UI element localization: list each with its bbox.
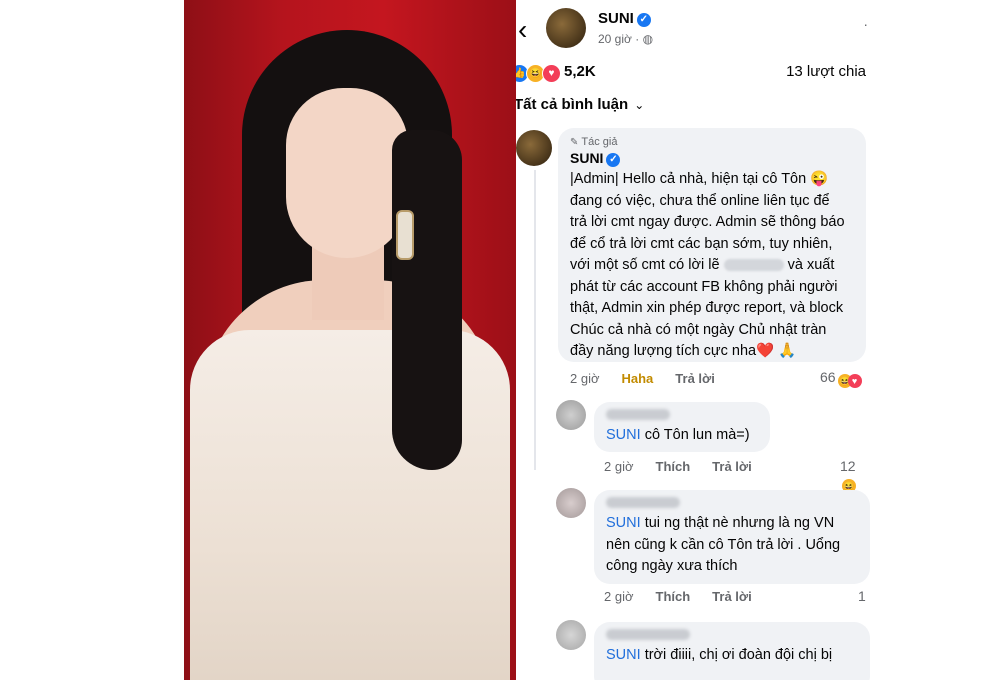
comment-avatar[interactable] <box>556 400 586 430</box>
reply-button[interactable]: Trả lời <box>712 459 752 474</box>
love-icon: ♥ <box>847 374 862 388</box>
mention-link[interactable]: SUNI <box>606 515 641 531</box>
reaction-count[interactable]: 5,2K <box>564 63 596 80</box>
comment-text: |Admin| Hello cả nhà, hiện tại cô Tôn 😜 … <box>570 171 845 359</box>
comment-reactions[interactable]: 66 😆 ♥ <box>820 369 862 388</box>
comment-bubble: ✎ Tác giả SUNI ✓ |Admin| Hello cả nhà, hiệ… <box>558 128 866 362</box>
face-shape <box>286 88 408 258</box>
reaction-icons[interactable]: 👍 😆 ♥ <box>516 63 561 83</box>
comment-text: SUNI tui ng thật nè nhưng là ng VN nên c… <box>606 515 841 574</box>
mention-link[interactable]: SUNI <box>606 427 641 443</box>
blurred-name <box>606 409 670 420</box>
love-icon: ♥ <box>542 64 561 83</box>
blurred-name <box>606 629 690 640</box>
reaction-bar: 👍 😆 ♥ 5,2K 13 lượt chia <box>516 62 870 84</box>
facebook-post-screenshot: ‹ SUNI ✓ 20 giờ · ◍ · 👍 😆 ♥ 5,2K 13 lượt ch… <box>516 0 870 680</box>
mention-link[interactable]: SUNI <box>606 647 641 663</box>
pen-icon: ✎ <box>570 137 579 148</box>
comment-filter[interactable]: Tất cả bình luận ⌄ <box>516 96 644 113</box>
blurred-name <box>606 497 680 508</box>
thread-line <box>534 170 536 470</box>
comment-meta: 2 giờ Thích Trả lời <box>604 589 752 604</box>
comment-reactions[interactable]: 1 <box>858 588 866 604</box>
hair-front-shape <box>392 130 462 470</box>
comment-text: SUNI cô Tôn lun mà=) <box>606 427 750 443</box>
author-tag: ✎ Tác giả <box>570 136 618 148</box>
back-arrow-icon[interactable]: ‹ <box>518 14 527 46</box>
reply-button[interactable]: Trả lời <box>712 589 752 604</box>
comment-bubble: SUNI tui ng thật nè nhưng là ng VN nên c… <box>594 490 870 584</box>
haha-reaction-button[interactable]: Haha <box>622 371 654 386</box>
post-author-name[interactable]: SUNI ✓ <box>598 10 651 27</box>
comment-text: SUNI trời điiii, chị ơi đoàn đội chị bị <box>606 647 833 663</box>
comment-avatar[interactable] <box>516 130 552 166</box>
chevron-down-icon: ⌄ <box>634 98 645 112</box>
reply-button[interactable]: Trả lời <box>675 371 715 386</box>
verified-icon: ✓ <box>606 153 621 167</box>
like-button[interactable]: Thích <box>656 589 691 604</box>
comment-reactions[interactable]: 12😆 <box>840 458 870 493</box>
verified-icon: ✓ <box>636 13 651 27</box>
comment-avatar[interactable] <box>556 620 586 650</box>
comment-bubble: SUNI trời điiii, chị ơi đoàn đội chị bị <box>594 622 870 680</box>
portrait-photo <box>184 0 516 680</box>
comment-avatar[interactable] <box>556 488 586 518</box>
like-button[interactable]: Thích <box>656 459 691 474</box>
post-author-avatar[interactable] <box>546 8 586 48</box>
comment-meta: 2 giờ Haha Trả lời <box>570 371 715 386</box>
share-count[interactable]: 13 lượt chia <box>786 63 866 80</box>
blurred-text <box>723 259 784 272</box>
post-time: 20 giờ · ◍ <box>598 32 654 46</box>
globe-icon: ◍ <box>642 32 654 46</box>
dress-shape <box>190 330 510 680</box>
earring-shape <box>396 210 414 260</box>
comment-meta: 2 giờ Thích Trả lời <box>604 459 752 474</box>
comment-bubble: SUNI cô Tôn lun mà=) <box>594 402 770 452</box>
comment-author-name[interactable]: SUNI ✓ <box>570 150 854 167</box>
more-icon[interactable]: · <box>863 16 868 32</box>
